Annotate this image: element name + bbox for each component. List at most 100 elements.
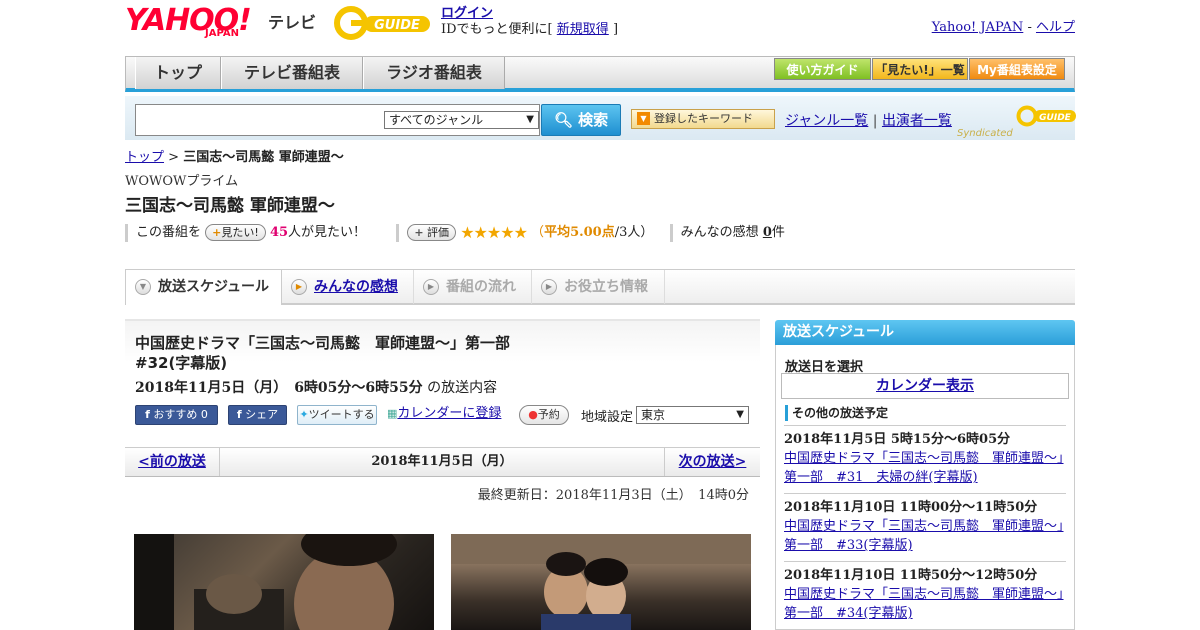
schedule-title-link[interactable]: 中国歴史ドラマ「三国志～司馬懿 軍師連盟～」第一部 #31 夫婦の絆(字幕版) (784, 451, 1064, 485)
want-suffix: 人が見たい！ (288, 225, 367, 240)
facebook-recommend-button[interactable]: f おすすめ 0 (135, 405, 218, 425)
search-link-separator: | (872, 113, 878, 129)
broadcast-suffix: の放送内容 (427, 380, 498, 396)
watch-prefix: この番組を (136, 225, 202, 240)
avg-score: 平均5.00点 (544, 225, 615, 240)
schedule-item: 2018年11月10日 11時00分～11時50分 中国歴史ドラマ「三国志～司馬… (784, 493, 1066, 555)
fb-recommend-label: おすすめ (153, 408, 198, 421)
reviews-count-link[interactable]: 0 (763, 225, 772, 240)
tab-program-flow: ▶ 番組の流れ (414, 270, 532, 304)
help-link[interactable]: ヘルプ (1036, 20, 1075, 35)
registered-keyword-button[interactable]: ▼ 登録したキーワード (631, 109, 775, 129)
rate-button[interactable]: + 評価 (407, 224, 457, 241)
channel-name: WOWOWプライム (125, 174, 239, 189)
registered-keyword-label: 登録したキーワード (654, 112, 753, 125)
genre-select[interactable]: すべてのジャンル ▼ (384, 111, 539, 129)
fb-share-label: シェア (245, 408, 279, 421)
search-links: ジャンル一覧 | 出演者一覧 (785, 110, 952, 130)
search-button[interactable]: 🔍︎ 検索 (541, 104, 621, 136)
other-broadcasts-label: その他の放送予定 (785, 405, 888, 421)
schedule-item: 2018年11月10日 11時50分～12時50分 中国歴史ドラマ「三国志～司馬… (784, 561, 1066, 623)
search-icon: 🔍︎ (553, 111, 573, 129)
want-count: 45 (269, 225, 289, 240)
broadcast-nav: <前の放送 2018年11月5日（月） 次の放送> (125, 447, 760, 477)
want-to-watch-label: 見たい! (221, 226, 259, 239)
calendar-register-link[interactable]: カレンダーに登録 (397, 406, 501, 421)
calendar-icon: ▦ (387, 407, 398, 420)
facebook-icon: f (145, 408, 150, 421)
usage-guide-button[interactable]: 使い方ガイド (774, 58, 871, 80)
yahoo-japan-sublogo: JAPAN (205, 28, 239, 39)
reviews-prefix: みんなの感想 (680, 225, 759, 240)
rating-stars: ★★★★★ (460, 223, 528, 242)
divider (125, 223, 128, 242)
want-to-watch-button[interactable]: +見たい! (205, 224, 266, 241)
login-close: ] (612, 22, 619, 37)
my-schedule-settings-button[interactable]: My番組表設定 (969, 58, 1065, 80)
svg-text:GUIDE: GUIDE (374, 18, 420, 33)
next-broadcast-link[interactable]: 次の放送> (664, 448, 760, 476)
plus-icon: + (212, 226, 222, 239)
reserve-label: 予約 (537, 408, 560, 421)
rating-count: /3人） (614, 225, 654, 240)
genre-select-value: すべてのジャンル (389, 113, 484, 127)
schedule-time: 2018年11月10日 11時50分～12時50分 (784, 568, 1038, 583)
circle-arrow-icon: ▶ (541, 279, 557, 295)
yahoo-japan-link[interactable]: Yahoo! JAPAN (932, 20, 1024, 35)
prev-broadcast-link[interactable]: <前の放送 (125, 448, 220, 476)
performer-list-link[interactable]: 出演者一覧 (882, 113, 952, 129)
tab-label: 放送スケジュール (158, 279, 270, 295)
calendar-view-link[interactable]: カレンダー表示 (876, 378, 974, 394)
divider (396, 223, 400, 242)
tab-label: 番組の流れ (446, 279, 516, 295)
breadcrumb-current: 三国志～司馬懿 軍師連盟～ (183, 150, 344, 165)
schedule-time: 2018年11月10日 11時00分～11時50分 (784, 500, 1038, 515)
dropdown-arrow-icon: ▼ (526, 114, 534, 125)
region-select-value: 東京 (641, 408, 666, 422)
tab-useful-info: ▶ お役立ち情報 (532, 270, 665, 304)
region-select[interactable]: 東京 ▼ (636, 406, 749, 424)
episode-still-image (134, 534, 434, 630)
tab-label: みんなの感想 (314, 279, 398, 295)
header-link-separator: - (1023, 20, 1036, 35)
episode-title: 中国歴史ドラマ「三国志～司馬懿 軍師連盟～」第一部 #32(字幕版) (135, 333, 655, 373)
register-link[interactable]: 新規取得 (557, 22, 609, 37)
calendar-register-button[interactable]: ▦カレンダーに登録 (387, 405, 509, 425)
program-title: 三国志～司馬懿 軍師連盟～ (125, 196, 335, 216)
region-label: 地域設定 (581, 410, 634, 425)
search-button-label: 検索 (578, 111, 609, 129)
schedule-item: 2018年11月5日 5時15分～6時05分 中国歴史ドラマ「三国志～司馬懿 軍… (784, 425, 1066, 487)
tweet-button[interactable]: ✦ツイートする (297, 405, 377, 425)
episode-title-line2: #32(字幕版) (135, 354, 228, 372)
breadcrumb-top-link[interactable]: トップ (125, 150, 164, 165)
calendar-view-button[interactable]: カレンダー表示 (781, 373, 1069, 399)
tab-reviews[interactable]: ▶ みんなの感想 (282, 270, 414, 304)
rating-row: この番組を +見たい! 45人が見たい！ + 評価 ★★★★★ （平均5.00点… (125, 221, 1075, 242)
rate-label: 評価 (427, 226, 450, 239)
facebook-share-button[interactable]: f シェア (228, 405, 287, 425)
avg-open: （ (531, 225, 545, 240)
tab-broadcast-schedule[interactable]: ▼ 放送スケジュール (125, 269, 282, 305)
syndicated-gguide-badge: Syndicated GUIDE (957, 100, 1078, 139)
schedule-title-link[interactable]: 中国歴史ドラマ「三国志～司馬懿 軍師連盟～」第一部 #33(字幕版) (784, 519, 1064, 553)
episode-still-image (451, 534, 751, 630)
twitter-bird-icon: ✦ (299, 408, 309, 421)
genre-list-link[interactable]: ジャンル一覧 (785, 113, 868, 129)
circle-arrow-icon: ▼ (135, 279, 151, 295)
nav-tab-radio-schedule[interactable]: ラジオ番組表 (363, 57, 505, 89)
episode-title-line1: 中国歴史ドラマ「三国志～司馬懿 軍師連盟～」第一部 (135, 334, 511, 352)
schedule-time: 2018年11月5日 5時15分～6時05分 (784, 432, 1011, 447)
breadcrumb: トップ > 三国志～司馬懿 軍師連盟～ (125, 146, 344, 165)
schedule-title-link[interactable]: 中国歴史ドラマ「三国志～司馬懿 軍師連盟～」第一部 #34(字幕版) (784, 587, 1064, 621)
reserve-button[interactable]: ●予約 (519, 405, 569, 425)
circle-arrow-icon: ▶ (423, 279, 439, 295)
dropdown-triangle-icon: ▼ (637, 112, 650, 125)
login-area: ログイン IDでもっと便利に[ 新規取得 ] (441, 6, 618, 38)
login-link[interactable]: ログイン (441, 6, 493, 21)
program-tabs: ▼ 放送スケジュール ▶ みんなの感想 ▶ 番組の流れ ▶ お役立ち情報 (125, 269, 1075, 305)
want-list-button[interactable]: 「見たい!」一覧 (872, 58, 968, 80)
login-prompt: IDでもっと便利に[ (441, 22, 553, 37)
breadcrumb-separator: > (164, 150, 184, 165)
nav-tab-top[interactable]: トップ (135, 57, 221, 89)
nav-tab-tv-schedule[interactable]: テレビ番組表 (221, 57, 363, 89)
